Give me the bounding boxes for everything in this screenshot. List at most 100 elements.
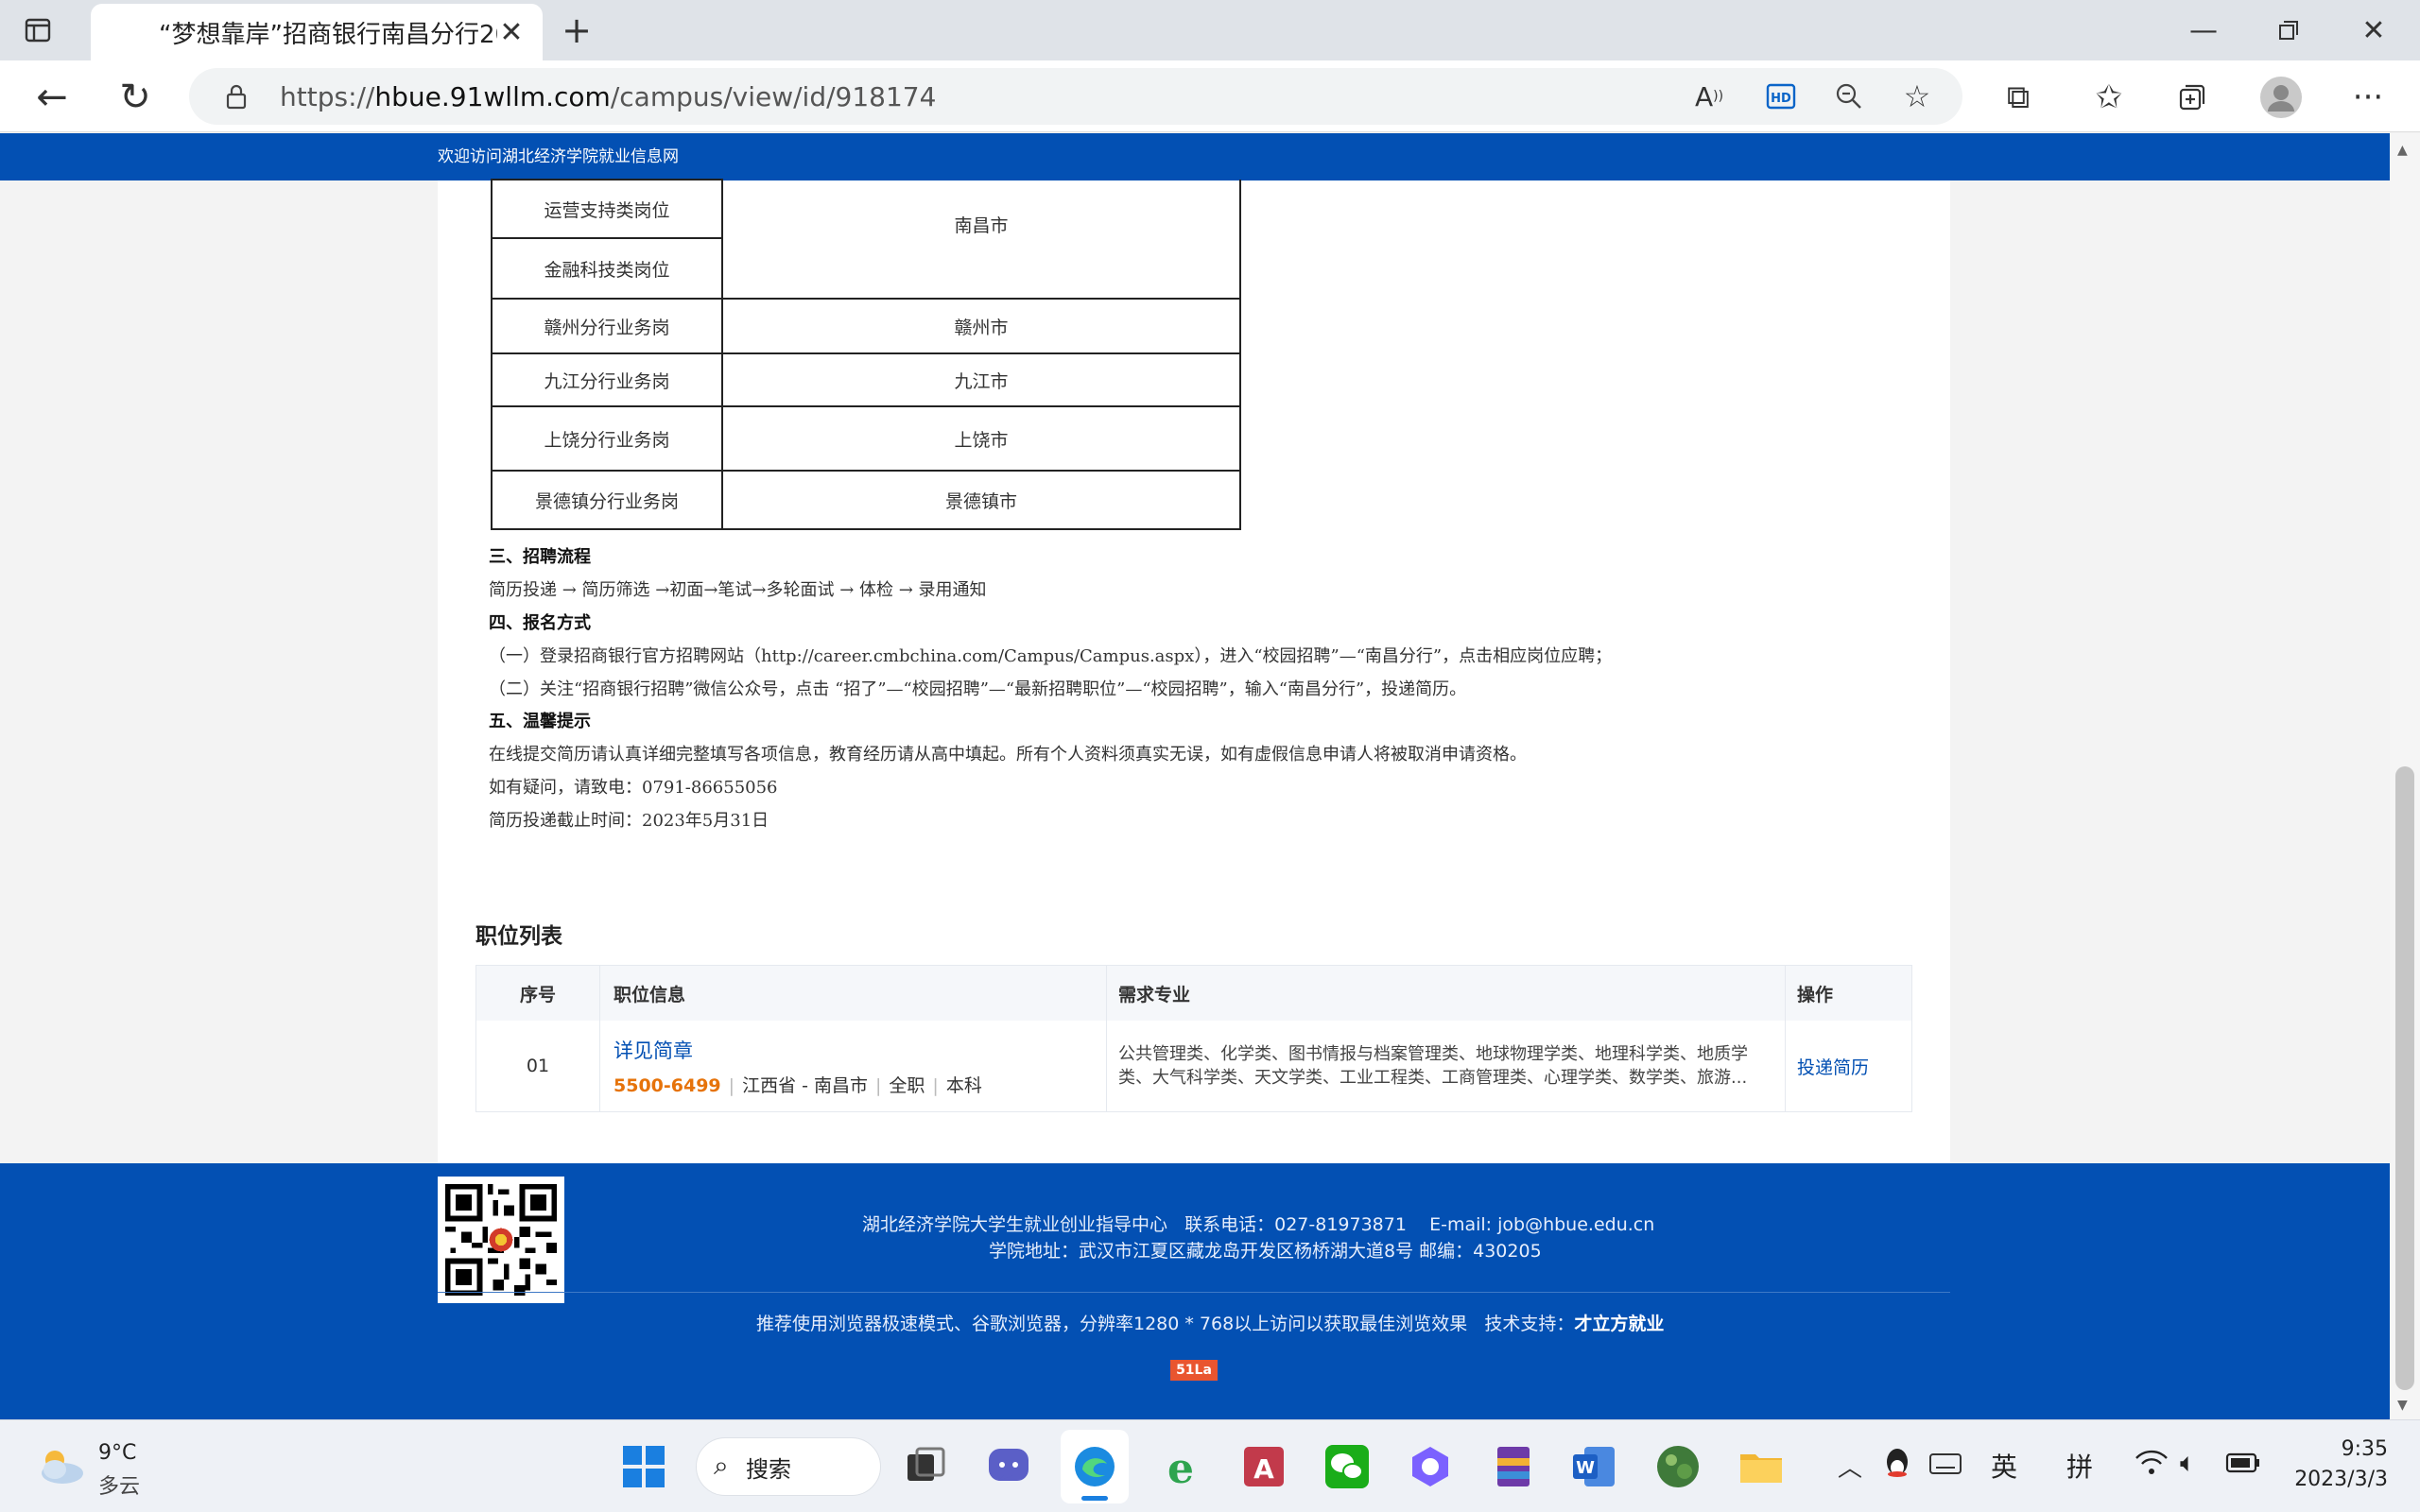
action-cell: 投递简历 <box>1785 1021 1911 1111</box>
extensions-icon[interactable]: ⧉ <box>1995 74 2042 121</box>
city-cell: 赣州市 <box>721 298 1241 354</box>
table-row: 赣州分行业务岗 赣州市 <box>491 298 1241 354</box>
post-cell: 运营支持类岗位 <box>491 179 723 239</box>
chevron-up-icon[interactable]: ︿ <box>1838 1449 1862 1484</box>
tab-title: “梦想靠岸”招商银行南昌分行2023 <box>159 20 497 49</box>
weather-icon[interactable] <box>34 1445 87 1490</box>
salary: 5500-6499 <box>614 1074 721 1096</box>
close-window-icon[interactable]: ✕ <box>2350 9 2397 51</box>
footer-notice: 推荐使用浏览器极速模式、谷歌浏览器，分辨率1280 * 768以上访问以获取最佳… <box>756 1310 1664 1335</box>
scrollbar-thumb[interactable] <box>2395 766 2414 1390</box>
header-job-info: 职位信息 <box>599 966 1106 1021</box>
job-type: 全职 <box>889 1074 925 1096</box>
wechat-icon[interactable] <box>1323 1443 1371 1490</box>
city-cell: 景德镇市 <box>721 470 1241 530</box>
start-icon[interactable] <box>620 1443 667 1490</box>
city-cell: 九江市 <box>721 352 1241 407</box>
winrar-icon[interactable] <box>1490 1443 1537 1490</box>
row-index: 01 <box>526 1056 550 1076</box>
url-path: /campus/view/id/918174 <box>610 80 937 112</box>
scroll-up-arrow[interactable]: ▲ <box>2397 143 2408 158</box>
svg-text:e: e <box>1167 1445 1194 1490</box>
browser-tab[interactable]: “梦想靠岸”招商银行南昌分行2023 ✕ <box>91 4 543 60</box>
address-bar[interactable]: https://hbue.91wllm.com/campus/view/id/9… <box>189 68 1962 125</box>
file-explorer-icon[interactable] <box>1737 1443 1785 1490</box>
refresh-icon[interactable]: ↻ <box>112 74 159 121</box>
photos-icon[interactable] <box>1654 1443 1702 1490</box>
job-list-table: 序号 职位信息 需求专业 操作 01 详见简章 5500-6499 | 江西省 - … <box>475 965 1912 1112</box>
lock-icon[interactable] <box>219 79 253 113</box>
post-cell: 上饶分行业务岗 <box>491 405 723 472</box>
post-cell: 赣州分行业务岗 <box>491 298 723 354</box>
stats-badge[interactable]: 51La <box>1170 1360 1218 1381</box>
battery-icon[interactable] <box>2225 1451 2261 1479</box>
favorite-add-icon[interactable]: ☆ <box>1898 77 1936 115</box>
post-cell: 九江分行业务岗 <box>491 352 723 407</box>
site-footer: 湖北经济学院大学生就业创业指导中心 联系电话：027-81973871 E-ma… <box>0 1163 2390 1419</box>
scroll-down-arrow[interactable]: ▼ <box>2397 1398 2408 1413</box>
svg-text:A: A <box>1253 1453 1274 1485</box>
keyboard-icon[interactable] <box>1928 1451 1962 1481</box>
location-table: 运营支持类岗位 南昌市 金融科技类岗位 赣州分行业务岗 赣州市 九江分行业务岗 … <box>491 179 1241 530</box>
job-name-link[interactable]: 详见简章 <box>614 1036 1106 1064</box>
collections-icon[interactable] <box>2169 74 2216 121</box>
favorites-icon[interactable]: ✩ <box>2085 74 2133 121</box>
weather-temp: 9°C <box>98 1441 137 1465</box>
wifi-icon[interactable] <box>2135 1449 2169 1484</box>
hd-icon[interactable]: HD <box>1764 79 1798 113</box>
weather-desc: 多云 <box>98 1475 141 1499</box>
header-majors: 需求专业 <box>1106 966 1785 1021</box>
majors-line: 公共管理类、化学类、图书情报与档案管理类、地球物理学类、地理科学类、地质学 <box>1118 1044 1748 1064</box>
clock-time: 9:35 <box>2341 1437 2388 1461</box>
taskbar-search[interactable]: ⌕ 搜索 <box>696 1437 881 1496</box>
process-text: 简历投递 → 简历筛选 →初面→笔试→多轮面试 → 体检 → 录用通知 <box>489 580 987 600</box>
welcome-bar: 欢迎访问湖北经济学院就业信息网 <box>0 133 2390 180</box>
section-heading: 三、招聘流程 <box>489 547 591 567</box>
job-list-title: 职位列表 <box>475 924 562 949</box>
tab-bar: “梦想靠岸”招商银行南昌分行2023 ✕ + — ✕ <box>0 0 2420 60</box>
qq-icon[interactable] <box>1881 1445 1913 1486</box>
more-menu-icon[interactable]: ··· <box>2344 74 2392 121</box>
ie-icon[interactable]: e <box>1157 1443 1204 1493</box>
tab-actions-icon[interactable] <box>17 9 59 51</box>
qr-code <box>438 1177 564 1303</box>
svg-text:W: W <box>1576 1458 1595 1478</box>
job-info-cell: 详见简章 5500-6499 | 江西省 - 南昌市 | 全职 | 本科 <box>599 1021 1106 1111</box>
ime-english[interactable]: 英 <box>1991 1447 2017 1485</box>
access-icon[interactable]: A <box>1240 1443 1288 1490</box>
new-tab-icon[interactable]: + <box>556 9 597 51</box>
clock-date: 2023/3/3 <box>2294 1468 2388 1491</box>
majors-line: 类、大气科学类、天文学类、工业工程类、工商管理类、心理学类、数学类、旅游... <box>1118 1068 1748 1088</box>
footer-address: 学院地址：武汉市江夏区藏龙岛开发区杨桥湖大道8号 邮编：430205 <box>989 1241 1542 1262</box>
volume-icon[interactable]: 🔈︎ <box>2180 1447 2196 1479</box>
word-icon[interactable]: W <box>1571 1443 1618 1490</box>
profile-avatar[interactable] <box>2257 74 2305 121</box>
post-cell: 金融科技类岗位 <box>491 237 723 300</box>
contact-phone: 如有疑问，请致电：0791-86655056 <box>489 778 778 798</box>
section-heading: 五、温馨提示 <box>489 712 591 731</box>
edge-taskbar-button[interactable] <box>1061 1430 1129 1503</box>
footer-contact: 湖北经济学院大学生就业创业指导中心 联系电话：027-81973871 E-ma… <box>862 1214 1655 1235</box>
browser-toolbar: ← ↻ https://hbue.91wllm.com/campus/view/… <box>0 60 2420 132</box>
read-aloud-icon[interactable]: A)) <box>1690 77 1728 115</box>
task-view-icon[interactable] <box>902 1443 949 1490</box>
ime-pinyin[interactable]: 拼 <box>2066 1447 2093 1485</box>
minimize-icon[interactable]: — <box>2180 9 2227 51</box>
teams-icon[interactable] <box>985 1443 1032 1490</box>
apply-method-1: （一）登录招商银行官方招聘网站（http://career.cmbchina.c… <box>489 646 1613 666</box>
tech-support-link[interactable]: 才立方就业 <box>1574 1314 1664 1334</box>
url-host: hbue.91wllm.com <box>374 80 611 112</box>
close-tab-icon[interactable]: ✕ <box>497 16 526 49</box>
restore-icon[interactable] <box>2265 9 2312 51</box>
table-header: 序号 职位信息 需求专业 操作 <box>476 966 1911 1021</box>
city-cell: 南昌市 <box>721 180 1241 300</box>
header-action: 操作 <box>1785 966 1911 1021</box>
table-row: 景德镇分行业务岗 景德镇市 <box>491 470 1241 530</box>
submit-resume-link[interactable]: 投递简历 <box>1797 1054 1869 1079</box>
page-scrollbar[interactable]: ▲ ▼ <box>2390 133 2420 1419</box>
back-icon[interactable]: ← <box>28 74 76 121</box>
zoom-icon[interactable] <box>1830 77 1868 115</box>
post-cell: 景德镇分行业务岗 <box>491 470 723 530</box>
copilot-icon[interactable] <box>1407 1443 1454 1490</box>
table-row: 九江分行业务岗 九江市 <box>491 352 1241 407</box>
